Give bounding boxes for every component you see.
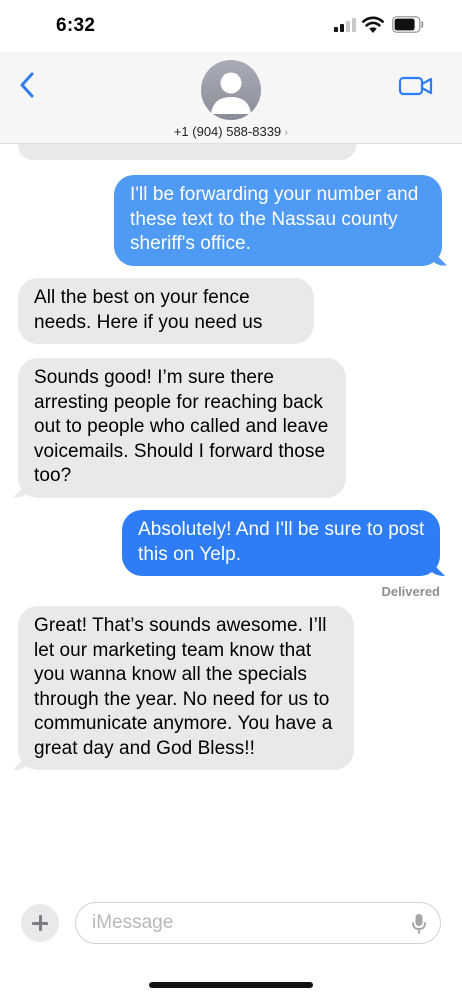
- message-bubble-incoming[interactable]: All the best on your fence needs. Here i…: [18, 278, 314, 344]
- message-bubble-outgoing[interactable]: Absolutely! And I'll be sure to post thi…: [122, 510, 440, 576]
- message-input-field[interactable]: [75, 902, 441, 944]
- avatar[interactable]: [201, 60, 261, 120]
- video-camera-icon[interactable]: [398, 74, 434, 98]
- message-bubble-incoming[interactable]: Great! That’s sounds awesome. I’ll let o…: [18, 606, 354, 770]
- chevron-right-icon: ›: [284, 125, 289, 139]
- message-text: Great! That’s sounds awesome. I’ll let o…: [34, 615, 333, 759]
- message-bubble-incoming[interactable]: Sounds good! I’m sure there arresting pe…: [18, 358, 346, 498]
- home-indicator[interactable]: [149, 982, 313, 988]
- contact-name[interactable]: +1 (904) 588-8339 ›: [0, 124, 462, 139]
- message-text: Sounds good! I’m sure there arresting pe…: [34, 367, 329, 486]
- chevron-left-icon[interactable]: [16, 70, 40, 100]
- plus-icon[interactable]: [21, 904, 59, 942]
- message-bubble-partial: [18, 144, 356, 160]
- message-thread[interactable]: I'll be forwarding your number and these…: [0, 144, 462, 894]
- person-silhouette-icon: [211, 72, 251, 114]
- status-bar: 6:32: [0, 0, 462, 52]
- delivered-status: Delivered: [381, 584, 440, 599]
- microphone-icon[interactable]: [411, 913, 427, 935]
- contact-number: +1 (904) 588-8339: [173, 124, 282, 139]
- message-text: Absolutely! And I'll be sure to post thi…: [138, 519, 425, 565]
- message-text: I'll be forwarding your number and these…: [130, 184, 419, 254]
- wifi-icon: [362, 16, 384, 33]
- status-time: 6:32: [56, 15, 96, 36]
- message-text: All the best on your fence needs. Here i…: [34, 287, 263, 333]
- cellular-signal-icon: [334, 18, 356, 32]
- conversation-header: +1 (904) 588-8339 ›: [0, 52, 462, 144]
- message-bubble-outgoing[interactable]: I'll be forwarding your number and these…: [114, 175, 442, 266]
- battery-icon: [392, 16, 424, 33]
- message-input[interactable]: [92, 911, 392, 935]
